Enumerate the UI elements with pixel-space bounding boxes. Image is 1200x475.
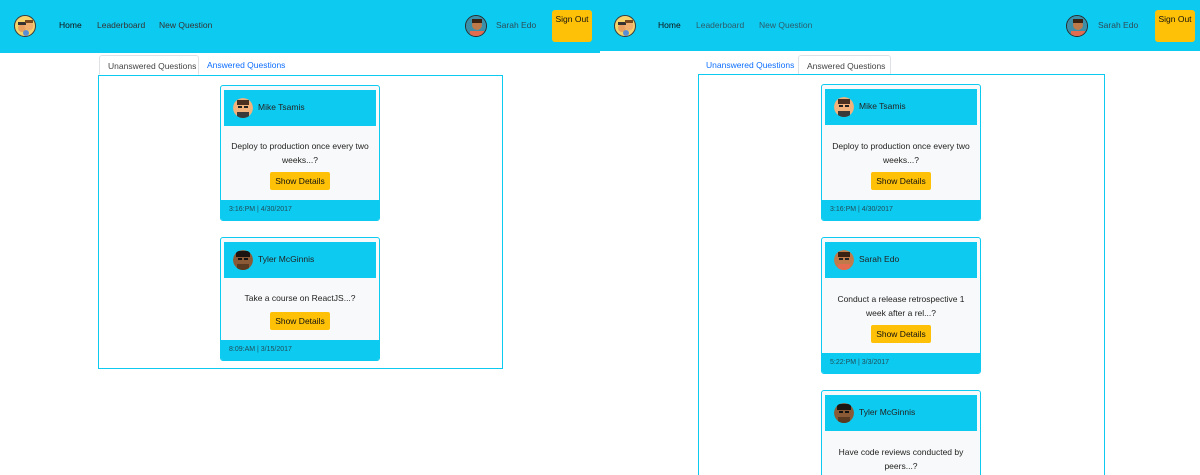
sign-out-button[interactable]: Sign Out [1155,10,1195,42]
question-card: Mike Tsamis Deploy to production once ev… [220,85,380,221]
question-card-header: Tyler McGinnis [224,242,376,278]
sign-out-button[interactable]: Sign Out [552,10,592,42]
author-avatar [233,98,253,118]
tab-answered[interactable]: Answered Questions [798,55,891,75]
question-card: Tyler McGinnis Have code reviews conduct… [821,390,981,475]
question-card-header: Tyler McGinnis [825,395,977,431]
author-name: Mike Tsamis [258,102,305,112]
user-avatar [465,15,487,37]
tab-unanswered[interactable]: Unanswered Questions [698,55,802,75]
show-details-button[interactable]: Show Details [871,325,931,343]
right-screen: Home Leaderboard New Question Sarah Edo … [600,0,1200,475]
question-list: Mike Tsamis Deploy to production once ev… [98,75,503,369]
question-card: Tyler McGinnis Take a course on ReactJS.… [220,237,380,361]
author-avatar [233,250,253,270]
user-name: Sarah Edo [496,20,537,30]
question-text: Deploy to production once every two week… [231,141,369,165]
question-list: Mike Tsamis Deploy to production once ev… [698,74,1105,475]
author-name: Sarah Edo [859,254,900,264]
question-card-footer: 5:22:PM | 3/3/2017 [822,353,980,373]
left-screen: Home Leaderboard New Question Sarah Edo … [0,0,600,475]
question-card-header: Mike Tsamis [224,90,376,126]
question-text: Conduct a release retrospective 1 week a… [837,294,965,318]
nav-home-link[interactable]: Home [59,20,82,30]
question-timestamp: 3:16:PM | 4/30/2017 [229,206,292,213]
tab-unanswered[interactable]: Unanswered Questions [99,55,199,75]
question-card: Sarah Edo Conduct a release retrospectiv… [821,237,981,374]
author-avatar [834,250,854,270]
user-name: Sarah Edo [1098,20,1139,30]
nav-new-question-link[interactable]: New Question [759,20,812,30]
question-timestamp: 3:16:PM | 4/30/2017 [830,206,893,213]
show-details-button[interactable]: Show Details [871,172,931,190]
user-avatar [1066,15,1088,37]
question-card-header: Sarah Edo [825,242,977,278]
nav-leaderboard-link[interactable]: Leaderboard [696,20,744,30]
author-name: Tyler McGinnis [859,407,916,417]
show-details-button[interactable]: Show Details [270,172,330,190]
app-logo-icon[interactable] [614,15,636,37]
navbar: Home Leaderboard New Question Sarah Edo … [600,0,1200,51]
nav-new-question-link[interactable]: New Question [159,20,212,30]
question-card-header: Mike Tsamis [825,89,977,125]
navbar: Home Leaderboard New Question Sarah Edo … [0,0,600,53]
question-card-footer: 3:16:PM | 4/30/2017 [221,200,379,220]
question-text: Have code reviews conducted by peers...? [838,447,964,471]
author-name: Mike Tsamis [859,101,906,111]
author-avatar [834,97,854,117]
tab-answered[interactable]: Answered Questions [199,55,293,75]
question-timestamp: 8:09:AM | 3/15/2017 [229,346,292,353]
question-text: Take a course on ReactJS...? [244,293,356,303]
nav-leaderboard-link[interactable]: Leaderboard [97,20,145,30]
author-avatar [834,403,854,423]
app-logo-icon[interactable] [14,15,36,37]
author-name: Tyler McGinnis [258,254,315,264]
question-card: Mike Tsamis Deploy to production once ev… [821,84,981,221]
show-details-button[interactable]: Show Details [270,312,330,330]
question-card-footer: 8:09:AM | 3/15/2017 [221,340,379,360]
question-card-footer: 3:16:PM | 4/30/2017 [822,200,980,220]
question-timestamp: 5:22:PM | 3/3/2017 [830,359,890,366]
question-text: Deploy to production once every two week… [832,141,970,165]
nav-home-link[interactable]: Home [658,20,681,30]
